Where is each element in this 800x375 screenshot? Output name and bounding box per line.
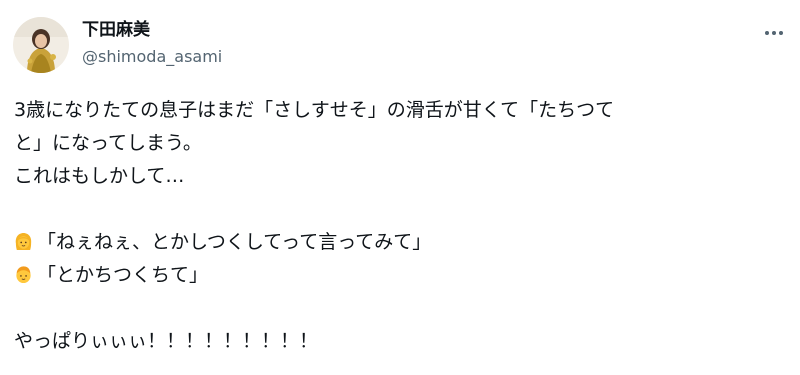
tweet-card: 下田麻美 @shimoda_asami 3歳になりたての息子はまだ「さしすせそ」… <box>0 0 800 375</box>
more-horizontal-icon <box>765 31 769 35</box>
tweet-quote-line: 「とかちつくちて」 <box>14 259 786 292</box>
woman-face-emoji-icon <box>15 232 32 251</box>
tweet-line: と」になってしまう。 <box>14 132 202 154</box>
tweet-line: やっぱりぃぃぃ！！！！！！！！！ <box>14 330 319 352</box>
author-handle[interactable]: @shimoda_asami <box>82 46 222 68</box>
tweet-quote-line: 「ねぇねぇ、とかしつくしてって言ってみて」 <box>14 226 786 259</box>
quote-text: 「とかちつくちて」 <box>37 264 209 286</box>
tweet-text: 3歳になりたての息子はまだ「さしすせそ」の滑舌が甘くて「たちつて と」になってし… <box>14 94 786 358</box>
more-options-button[interactable] <box>757 20 791 46</box>
more-horizontal-icon-dot <box>779 31 783 35</box>
profile-photo-avatar-icon <box>13 17 69 73</box>
tweet-line: 3歳になりたての息子はまだ「さしすせそ」の滑舌が甘くて「たちつて <box>14 99 615 121</box>
boy-face-emoji-icon <box>16 266 31 284</box>
more-horizontal-icon-dot <box>772 31 776 35</box>
quote-text: 「ねぇねぇ、とかしつくしてって言ってみて」 <box>37 231 432 253</box>
author-display-name[interactable]: 下田麻美 <box>82 18 150 42</box>
author-avatar[interactable] <box>13 17 69 73</box>
tweet-line: これはもしかして… <box>14 165 185 187</box>
